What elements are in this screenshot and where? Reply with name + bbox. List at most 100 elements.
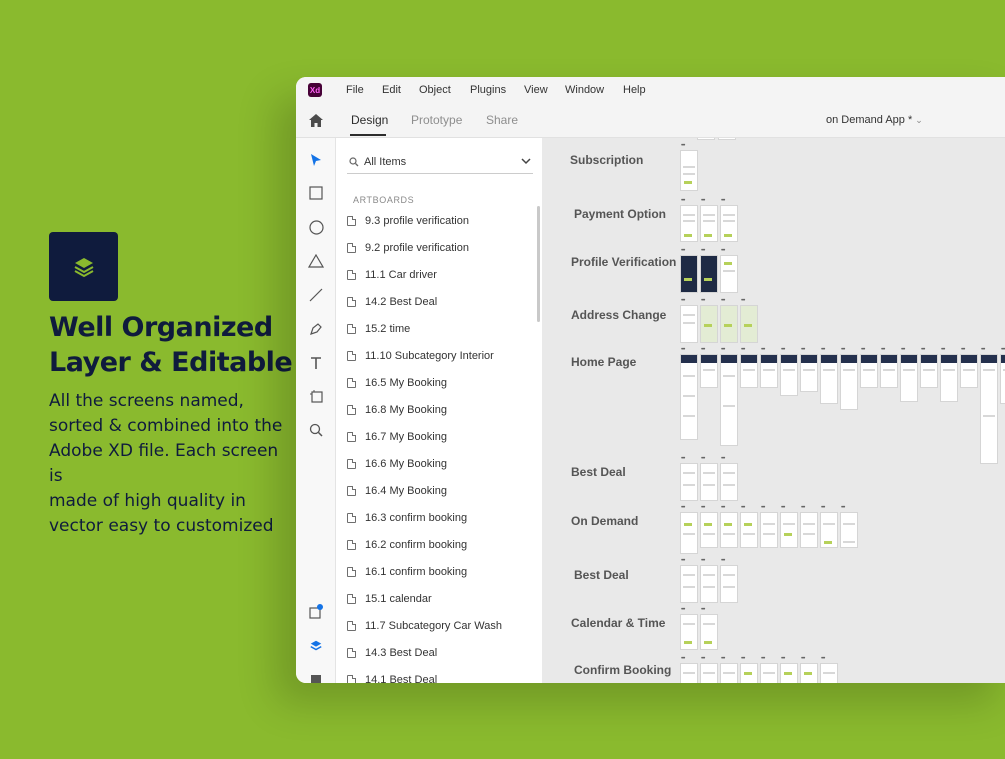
artboard-thumbnail[interactable] xyxy=(697,138,715,140)
artboard-thumbnail[interactable] xyxy=(700,505,718,548)
design-canvas[interactable]: Subscription Payment Option Profile Veri… xyxy=(542,138,1005,683)
artboard-thumbnail[interactable] xyxy=(860,347,878,388)
artboard-thumbnail[interactable] xyxy=(740,298,758,343)
layer-item[interactable]: 15.2 time xyxy=(347,319,410,339)
tab-prototype[interactable]: Prototype xyxy=(411,113,462,127)
artboard-thumbnail[interactable] xyxy=(720,347,738,446)
layer-item[interactable]: 16.1 confirm booking xyxy=(347,562,467,582)
artboard-thumbnail[interactable] xyxy=(820,505,838,548)
artboard-thumbnail[interactable] xyxy=(700,198,718,242)
artboard-thumbnail[interactable] xyxy=(820,347,838,404)
layer-item[interactable]: 16.5 My Booking xyxy=(347,373,447,393)
artboard-thumbnail[interactable] xyxy=(680,198,698,242)
assets-icon[interactable] xyxy=(306,602,326,622)
layer-item[interactable]: 14.2 Best Deal xyxy=(347,292,437,312)
artboard-thumbnail[interactable] xyxy=(680,456,698,501)
layer-item[interactable]: 16.8 My Booking xyxy=(347,400,447,420)
menu-view[interactable]: View xyxy=(524,84,548,96)
layer-item[interactable]: 9.2 profile verification xyxy=(347,238,469,258)
tab-design[interactable]: Design xyxy=(351,113,388,127)
artboard-thumbnail[interactable] xyxy=(700,558,718,603)
artboard-thumbnail[interactable] xyxy=(700,248,718,293)
artboard-thumbnail[interactable] xyxy=(840,347,858,410)
zoom-tool-icon[interactable] xyxy=(306,420,326,440)
artboard-thumbnail[interactable] xyxy=(960,347,978,388)
artboard-thumbnail[interactable] xyxy=(840,505,858,548)
layers-filter-dropdown[interactable]: All Items xyxy=(347,152,533,174)
layer-item[interactable]: 14.3 Best Deal xyxy=(347,643,437,663)
menu-file[interactable]: File xyxy=(346,84,364,96)
artboard-thumbnail[interactable] xyxy=(680,505,698,554)
layers-panel-icon[interactable] xyxy=(306,636,326,656)
ellipse-tool-icon[interactable] xyxy=(306,217,326,237)
layer-item[interactable]: 16.6 My Booking xyxy=(347,454,447,474)
layers-scrollbar[interactable] xyxy=(537,206,540,322)
layer-item[interactable]: 9.3 profile verification xyxy=(347,211,469,231)
text-tool-icon[interactable] xyxy=(306,353,326,373)
artboard-thumbnail[interactable] xyxy=(718,138,736,140)
artboard-thumbnail[interactable] xyxy=(680,347,698,440)
line-tool-icon[interactable] xyxy=(306,285,326,305)
artboard-thumbnail[interactable] xyxy=(920,347,938,388)
menu-object[interactable]: Object xyxy=(419,84,451,96)
artboard-thumbnail[interactable] xyxy=(900,347,918,402)
layer-item[interactable]: 16.4 My Booking xyxy=(347,481,447,501)
layer-item[interactable]: 11.10 Subcategory Interior xyxy=(347,346,494,366)
pen-tool-icon[interactable] xyxy=(306,319,326,339)
menu-help[interactable]: Help xyxy=(623,84,646,96)
artboard-thumbnail[interactable] xyxy=(720,505,738,548)
artboard-thumbnail[interactable] xyxy=(720,456,738,501)
artboard-thumbnail[interactable] xyxy=(820,656,838,683)
document-title[interactable]: on Demand App * ⌄ xyxy=(826,114,923,126)
artboard-thumbnail[interactable] xyxy=(680,143,698,191)
artboard-thumbnail[interactable] xyxy=(760,656,778,683)
layer-item[interactable]: 16.3 confirm booking xyxy=(347,508,467,528)
menu-edit[interactable]: Edit xyxy=(382,84,401,96)
artboard-thumbnail[interactable] xyxy=(740,347,758,388)
artboard-thumbnail[interactable] xyxy=(800,656,818,683)
select-tool-icon[interactable] xyxy=(306,150,326,170)
artboard-thumbnail[interactable] xyxy=(980,347,998,464)
menu-plugins[interactable]: Plugins xyxy=(470,84,506,96)
artboard-thumbnail[interactable] xyxy=(800,347,818,392)
artboard-thumbnail[interactable] xyxy=(720,248,738,293)
artboard-thumbnail[interactable] xyxy=(760,347,778,388)
artboard-thumbnail[interactable] xyxy=(780,505,798,548)
artboard-thumbnail[interactable] xyxy=(700,347,718,388)
artboard-thumbnail[interactable] xyxy=(720,558,738,603)
artboard-thumbnail[interactable] xyxy=(700,298,718,343)
artboard-thumbnail[interactable] xyxy=(720,298,738,343)
polygon-tool-icon[interactable] xyxy=(306,251,326,271)
artboard-thumbnail[interactable] xyxy=(940,347,958,402)
artboard-thumbnail[interactable] xyxy=(680,298,698,343)
artboard-thumbnail[interactable] xyxy=(780,656,798,683)
layer-item[interactable]: 11.1 Car driver xyxy=(347,265,437,285)
rectangle-tool-icon[interactable] xyxy=(306,183,326,203)
artboard-thumbnail[interactable] xyxy=(880,347,898,388)
layer-item[interactable]: 11.7 Subcategory Car Wash xyxy=(347,616,502,636)
artboard-thumbnail[interactable] xyxy=(680,248,698,293)
artboard-thumbnail[interactable] xyxy=(680,607,698,650)
layer-item[interactable]: 16.2 confirm booking xyxy=(347,535,467,555)
artboard-tool-icon[interactable] xyxy=(306,386,326,406)
plugins-icon[interactable] xyxy=(306,668,326,683)
menu-window[interactable]: Window xyxy=(565,84,604,96)
layer-item[interactable]: 15.1 calendar xyxy=(347,589,432,609)
artboard-thumbnail[interactable] xyxy=(800,505,818,548)
artboard-thumbnail[interactable] xyxy=(680,656,698,683)
home-icon[interactable] xyxy=(308,113,324,128)
artboard-thumbnail[interactable] xyxy=(780,347,798,396)
tab-share[interactable]: Share xyxy=(486,113,518,127)
artboard-thumbnail[interactable] xyxy=(760,505,778,548)
artboard-thumbnail[interactable] xyxy=(700,456,718,501)
artboard-thumbnail[interactable] xyxy=(700,607,718,650)
artboard-thumbnail[interactable] xyxy=(700,656,718,683)
artboard-thumbnail[interactable] xyxy=(740,656,758,683)
artboard-thumbnail[interactable] xyxy=(720,656,738,683)
artboard-thumbnail[interactable] xyxy=(720,198,738,242)
artboard-thumbnail[interactable] xyxy=(740,505,758,548)
layer-item[interactable]: 16.7 My Booking xyxy=(347,427,447,447)
artboard-thumbnail[interactable] xyxy=(1000,347,1005,404)
layer-item[interactable]: 14.1 Best Deal xyxy=(347,670,437,683)
artboard-thumbnail[interactable] xyxy=(680,558,698,603)
